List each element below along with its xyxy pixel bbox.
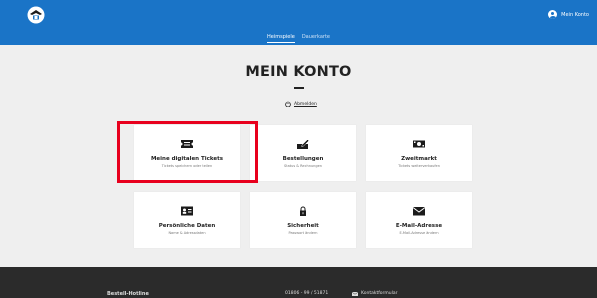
top-bar: Mein Konto [0,0,597,30]
page-title: MEIN KONTO [245,64,352,80]
account-label: Mein Konto [561,11,589,18]
title-divider [294,87,304,89]
club-logo-icon[interactable] [27,6,45,24]
card-orders[interactable]: Bestellungen Status & Rechnungen [250,125,356,181]
tab-dauerkarte[interactable]: Dauerkarte [302,34,330,43]
lock-icon [300,206,306,216]
card-label: Bestellungen [282,156,324,162]
card-label: Persönliche Daten [158,223,216,229]
hotline-phone[interactable]: 01806 - 99 / 51871 [285,291,328,296]
card-email[interactable]: E-Mail-Adresse E-Mail-Adresse ändern [366,192,472,248]
account-menu[interactable]: Mein Konto [548,10,589,19]
card-label: Zweitmarkt [401,156,437,162]
highlight-box [117,121,258,183]
card-label: Sicherheit [287,223,319,229]
tab-heimspiele[interactable]: Heimspiele [267,34,295,43]
ticket-pen-icon [297,139,309,149]
card-description: Tickets weiterverkaufen [398,164,440,168]
card-description: Status & Rechnungen [284,164,322,168]
envelope-icon [413,207,425,216]
card-description: Passwort ändern [288,231,318,235]
money-icon [413,140,425,148]
contact-form-label: Kontaktformular [361,291,398,296]
card-description: Name & Adressdaten [168,231,206,235]
card-security[interactable]: Sicherheit Passwort ändern [250,192,356,248]
power-icon [285,101,291,107]
card-secondary-market[interactable]: Zweitmarkt Tickets weiterverkaufen [366,125,472,181]
logout-label: Abmelden [294,101,317,107]
footer: Bestell-Hotline 01806 - 99 / 51871 Konta… [0,267,597,298]
sub-navigation: Heimspiele Dauerkarte [0,30,597,45]
envelope-icon [352,291,358,296]
user-avatar-icon [548,10,558,19]
card-description: E-Mail-Adresse ändern [399,231,439,235]
hotline-label: Bestell-Hotline [107,291,149,297]
card-personal-data[interactable]: Persönliche Daten Name & Adressdaten [134,192,240,248]
logout-button[interactable]: Abmelden [285,101,317,107]
id-card-icon [181,206,193,216]
contact-form-link[interactable]: Kontaktformular [352,291,397,296]
card-label: E-Mail-Adresse [395,223,443,229]
